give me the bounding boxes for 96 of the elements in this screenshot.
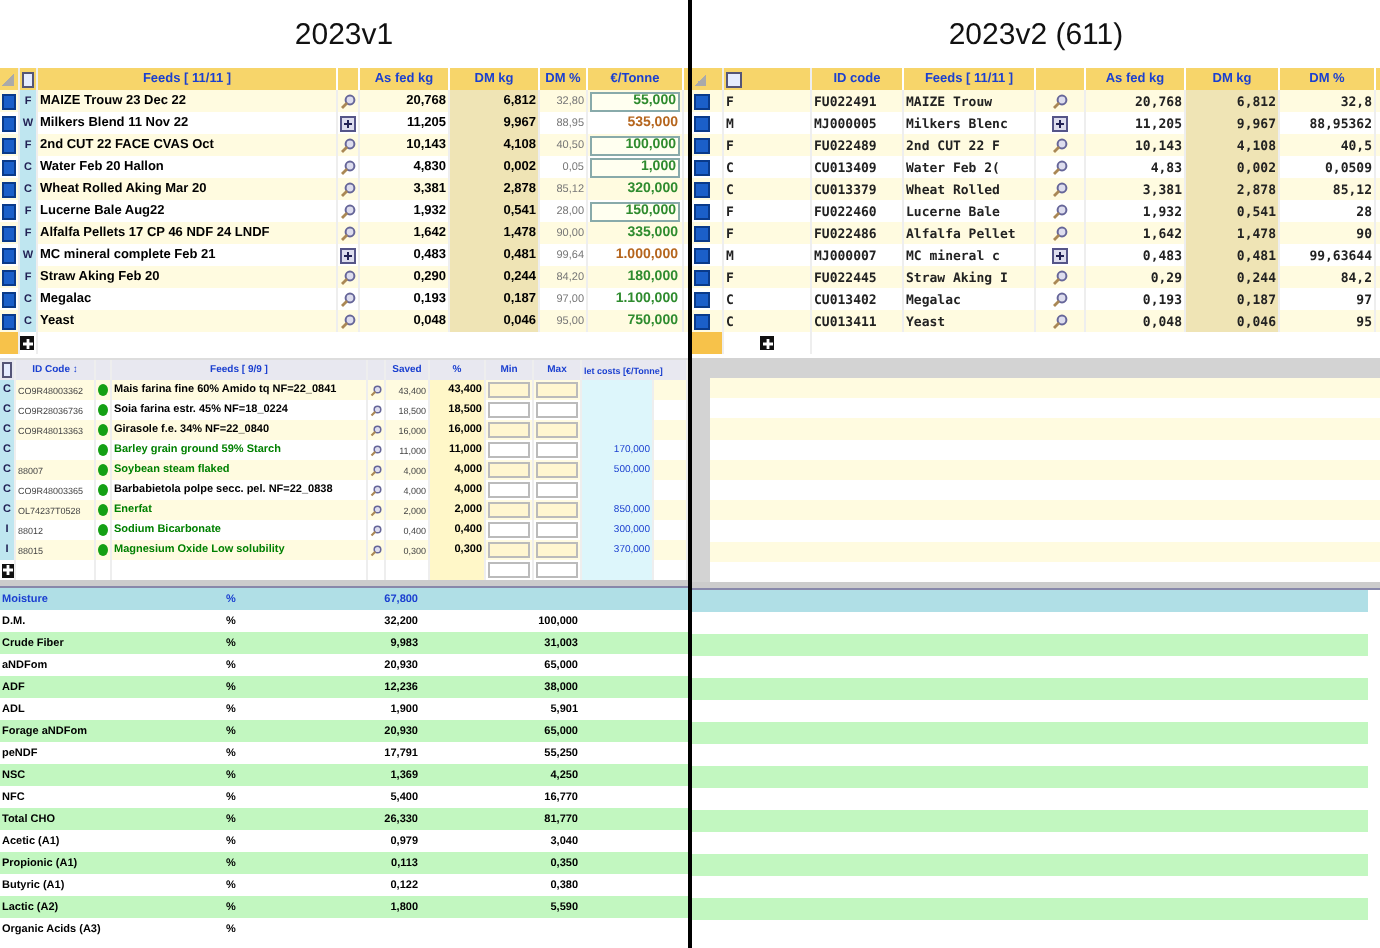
checkbox[interactable] bbox=[2, 313, 16, 329]
search-icon[interactable] bbox=[340, 181, 356, 197]
checkbox[interactable] bbox=[2, 115, 16, 131]
columns-icon[interactable] bbox=[2, 362, 12, 378]
search-icon[interactable] bbox=[340, 313, 356, 329]
max-field[interactable] bbox=[536, 542, 578, 558]
search-icon[interactable] bbox=[340, 203, 356, 219]
columns-icon[interactable] bbox=[22, 71, 34, 87]
status-dot bbox=[98, 524, 108, 536]
checkbox[interactable] bbox=[2, 269, 16, 285]
max-field[interactable] bbox=[536, 502, 578, 518]
checkbox[interactable] bbox=[2, 137, 16, 153]
add-button[interactable] bbox=[760, 336, 774, 350]
table-cell bbox=[430, 560, 486, 580]
search-icon[interactable] bbox=[1052, 181, 1068, 197]
max-field[interactable] bbox=[536, 422, 578, 438]
checkbox[interactable] bbox=[694, 93, 710, 109]
checkbox[interactable] bbox=[694, 269, 710, 285]
checkbox[interactable] bbox=[2, 93, 16, 109]
min-field[interactable] bbox=[488, 382, 530, 398]
status-dot bbox=[98, 484, 108, 496]
checkbox[interactable] bbox=[2, 247, 16, 263]
search-icon[interactable] bbox=[370, 383, 382, 397]
checkbox[interactable] bbox=[2, 181, 16, 197]
search-icon[interactable] bbox=[370, 503, 382, 517]
search-icon[interactable] bbox=[370, 543, 382, 557]
table-cell bbox=[582, 560, 654, 580]
checkbox[interactable] bbox=[694, 181, 710, 197]
row-marker bbox=[0, 332, 18, 354]
search-icon[interactable] bbox=[1052, 137, 1068, 153]
checkbox[interactable] bbox=[694, 225, 710, 241]
max-field[interactable] bbox=[536, 382, 578, 398]
checkbox[interactable] bbox=[694, 203, 710, 219]
status-dot bbox=[98, 424, 108, 436]
search-icon[interactable] bbox=[370, 403, 382, 417]
row-marker bbox=[692, 332, 722, 354]
min-field[interactable] bbox=[488, 462, 530, 478]
columns-icon[interactable] bbox=[726, 71, 742, 87]
max-field[interactable] bbox=[536, 482, 578, 498]
plus-box-icon[interactable] bbox=[1052, 115, 1068, 131]
min-field[interactable] bbox=[488, 542, 530, 558]
search-icon[interactable] bbox=[1052, 291, 1068, 307]
search-icon[interactable] bbox=[1052, 93, 1068, 109]
search-icon[interactable] bbox=[370, 423, 382, 437]
search-icon[interactable] bbox=[370, 483, 382, 497]
min-field[interactable] bbox=[488, 482, 530, 498]
corner-icon bbox=[694, 73, 706, 85]
min-field[interactable] bbox=[488, 522, 530, 538]
status-dot bbox=[98, 504, 108, 516]
corner-icon bbox=[2, 73, 14, 85]
max-field[interactable] bbox=[536, 442, 578, 458]
grid-title: 2023v2 (611) bbox=[946, 15, 1126, 55]
checkbox[interactable] bbox=[694, 313, 710, 329]
plus-box-icon[interactable] bbox=[340, 115, 356, 131]
status-dot bbox=[98, 444, 108, 456]
add-button[interactable] bbox=[2, 563, 14, 577]
status-dot bbox=[98, 464, 108, 476]
search-icon[interactable] bbox=[340, 225, 356, 241]
checkbox[interactable] bbox=[694, 247, 710, 263]
checkbox[interactable] bbox=[694, 137, 710, 153]
checkbox[interactable] bbox=[2, 203, 16, 219]
max-field[interactable] bbox=[536, 462, 578, 478]
min-field[interactable] bbox=[488, 562, 530, 578]
plus-box-icon[interactable] bbox=[340, 247, 356, 263]
search-icon[interactable] bbox=[340, 137, 356, 153]
status-dot bbox=[98, 544, 108, 556]
search-icon[interactable] bbox=[340, 291, 356, 307]
search-icon[interactable] bbox=[1052, 203, 1068, 219]
min-field[interactable] bbox=[488, 402, 530, 418]
search-icon[interactable] bbox=[340, 159, 356, 175]
max-field[interactable] bbox=[536, 562, 578, 578]
status-dot bbox=[98, 404, 108, 416]
max-field[interactable] bbox=[536, 522, 578, 538]
max-field[interactable] bbox=[536, 402, 578, 418]
checkbox[interactable] bbox=[694, 159, 710, 175]
search-icon[interactable] bbox=[1052, 269, 1068, 285]
search-icon[interactable] bbox=[1052, 313, 1068, 329]
search-icon[interactable] bbox=[1052, 159, 1068, 175]
search-icon[interactable] bbox=[1052, 225, 1068, 241]
plus-box-icon[interactable] bbox=[1052, 247, 1068, 263]
search-icon[interactable] bbox=[340, 269, 356, 285]
checkbox[interactable] bbox=[2, 159, 16, 175]
search-icon[interactable] bbox=[340, 93, 356, 109]
grid-title: 2023v1 bbox=[292, 15, 396, 55]
min-field[interactable] bbox=[488, 422, 530, 438]
search-icon[interactable] bbox=[370, 443, 382, 457]
search-icon[interactable] bbox=[370, 463, 382, 477]
search-icon[interactable] bbox=[370, 523, 382, 537]
min-field[interactable] bbox=[488, 502, 530, 518]
add-button[interactable] bbox=[20, 336, 34, 350]
checkbox[interactable] bbox=[2, 225, 16, 241]
status-dot bbox=[98, 384, 108, 396]
checkbox[interactable] bbox=[694, 291, 710, 307]
checkbox[interactable] bbox=[694, 115, 710, 131]
min-field[interactable] bbox=[488, 442, 530, 458]
checkbox[interactable] bbox=[2, 291, 16, 307]
